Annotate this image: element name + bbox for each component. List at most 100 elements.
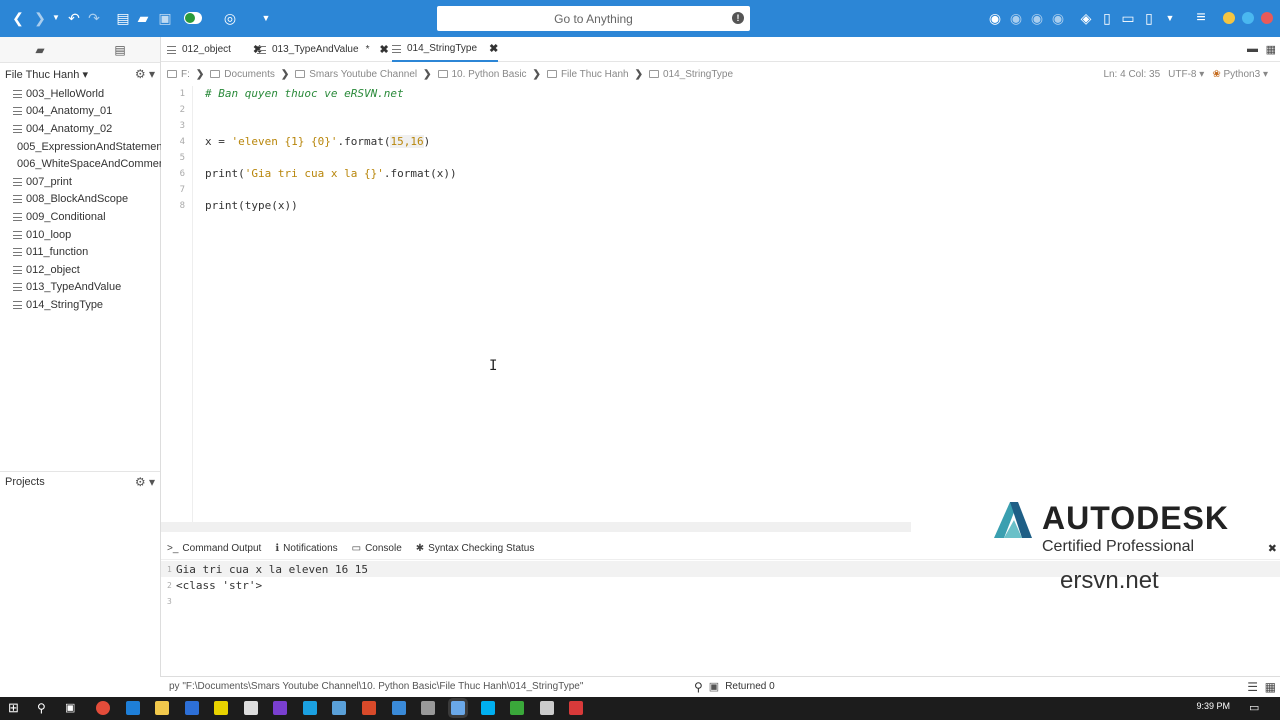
breadcrumb-item[interactable]: Smars Youtube Channel ❯ — [295, 69, 432, 80]
horizontal-scrollbar[interactable] — [161, 522, 911, 532]
line-number: 4 — [179, 137, 185, 147]
breadcrumb-item[interactable]: 014_StringType — [648, 69, 733, 80]
tab-syntax-checking[interactable]: ✱ Syntax Checking Status — [416, 543, 535, 554]
open-folder-icon[interactable]: ▰ — [135, 10, 151, 26]
app-icon[interactable] — [303, 701, 317, 715]
menu-icon[interactable]: ≡ — [1193, 10, 1209, 26]
skype-icon[interactable] — [481, 701, 495, 715]
notification-icon[interactable]: ▭ — [1249, 701, 1263, 715]
sidebar-file-item[interactable]: 009_Conditional — [0, 208, 160, 226]
stop-icon[interactable]: ◉ — [1008, 10, 1024, 26]
mail-icon[interactable] — [244, 701, 258, 715]
places-tab[interactable]: ▰ — [0, 37, 80, 62]
redo-icon[interactable]: ↷ — [86, 10, 102, 26]
app-icon[interactable] — [569, 701, 583, 715]
app-icon[interactable] — [421, 701, 435, 715]
code-line-8[interactable]: print(type(x)) — [205, 199, 298, 212]
code-line-6[interactable]: print('Gia tri cua x la {}'.format(x)) — [205, 167, 457, 180]
toggle-icon[interactable] — [182, 10, 204, 26]
app-icon[interactable] — [362, 701, 376, 715]
close-button[interactable] — [1261, 12, 1273, 24]
undo-icon[interactable]: ↶ — [66, 10, 82, 26]
app-icon[interactable] — [392, 701, 406, 715]
sidebar-file-item[interactable]: 011_function — [0, 243, 160, 261]
sidebar-file-item[interactable]: 005_ExpressionAndStatement — [0, 138, 166, 156]
panel-layout-icon[interactable]: ▦ — [1265, 680, 1276, 694]
go-to-anything-input[interactable]: Go to Anything ! — [437, 6, 750, 31]
file-explorer-icon[interactable] — [155, 701, 169, 715]
breadcrumb-item[interactable]: F: ❯ — [167, 69, 204, 80]
encoding-select[interactable]: UTF-8 ▾ — [1168, 69, 1204, 80]
search-icon[interactable]: ⚲ — [37, 701, 51, 715]
history-dropdown-icon[interactable]: ▼ — [48, 10, 64, 26]
sidebar-file-item[interactable]: 004_Anatomy_02 — [0, 120, 160, 138]
tab-command-output[interactable]: >_ Command Output — [167, 543, 261, 554]
forward-icon[interactable]: ❯ — [32, 10, 48, 26]
app-icon[interactable] — [214, 701, 228, 715]
app-icon[interactable] — [332, 701, 346, 715]
tab-close-icon[interactable]: ✖ — [379, 43, 388, 56]
save-icon[interactable]: ▣ — [157, 10, 173, 26]
language-select[interactable]: ❀ Python3 ▾ — [1212, 69, 1268, 80]
file-icon — [13, 124, 22, 133]
projects-gear-icon[interactable]: ⚙ ▾ — [135, 475, 155, 489]
store-icon[interactable] — [185, 701, 199, 715]
code-line-1[interactable]: # Ban quyen thuoc ve eRSVN.net — [205, 87, 404, 100]
tab-close-icon[interactable]: ✖ — [489, 42, 498, 55]
globe-icon[interactable]: ◎ — [222, 10, 238, 26]
folder-dropdown[interactable]: File Thuc Hanh ▾ — [5, 68, 88, 81]
sidebar-file-item[interactable]: 010_loop — [0, 226, 160, 244]
breadcrumb-item[interactable]: File Thuc Hanh ❯ — [546, 69, 643, 80]
app-icon[interactable] — [540, 701, 554, 715]
sidebar-file-item[interactable]: 012_object — [0, 261, 160, 279]
tab-console[interactable]: ▭ Console — [352, 543, 402, 554]
right-pane-icon[interactable]: ▯ — [1141, 10, 1157, 26]
watermark-certification: Certified Professional — [1042, 538, 1195, 555]
windows-start-icon[interactable]: ⊞ — [8, 701, 22, 715]
more-dropdown-icon[interactable]: ▼ — [258, 10, 274, 26]
back-icon[interactable]: ❮ — [10, 10, 26, 26]
record-icon[interactable]: ◉ — [987, 10, 1003, 26]
breadcrumb-item[interactable]: 10. Python Basic ❯ — [437, 69, 541, 80]
info-icon[interactable]: ! — [732, 12, 744, 24]
eye-icon[interactable]: ◈ — [1078, 10, 1094, 26]
save-macro-icon[interactable]: ◉ — [1050, 10, 1066, 26]
app-icon[interactable] — [273, 701, 287, 715]
breadcrumb-item[interactable]: Documents ❯ — [210, 69, 289, 80]
tab-label: 013_TypeAndValue — [272, 44, 359, 55]
new-file-icon[interactable]: ▤ — [115, 10, 131, 26]
sidebar-file-item[interactable]: 014_StringType — [0, 296, 160, 314]
code-line-4[interactable]: x = 'eleven {1} {0}'.format(15,16) — [205, 135, 430, 148]
edge-icon[interactable] — [126, 701, 140, 715]
sidebar-file-item[interactable]: 013_TypeAndValue — [0, 279, 160, 297]
tab-014-stringtype[interactable]: 014_StringType ✖ — [392, 37, 499, 62]
app-icon[interactable] — [510, 701, 524, 715]
tab-013-typeandvalue[interactable]: 013_TypeAndValue * ✖ — [257, 37, 389, 62]
sidebar-file-item[interactable]: 008_BlockAndScope — [0, 191, 160, 209]
komodo-icon[interactable] — [451, 701, 465, 715]
maximize-button[interactable] — [1242, 12, 1254, 24]
sidebar-file-item[interactable]: 007_print — [0, 173, 160, 191]
search-icon[interactable]: ⚲ — [694, 680, 703, 694]
breadcrumb-separator-icon: ❯ — [280, 68, 290, 80]
tab-notifications[interactable]: ℹ Notifications — [275, 543, 337, 554]
split-view-icon[interactable]: ▦ — [1266, 43, 1276, 56]
play-icon[interactable]: ◉ — [1029, 10, 1045, 26]
chrome-icon[interactable] — [96, 701, 110, 715]
stop-process-icon[interactable]: ▣ — [709, 680, 719, 693]
tab-012-object[interactable]: 012_object ✖ — [167, 37, 262, 62]
clock[interactable]: 9:39 PM — [1196, 701, 1230, 711]
files-tab[interactable]: ▤ — [80, 37, 160, 62]
list-icon[interactable]: ☰ — [1247, 680, 1258, 694]
sidebar-file-item[interactable]: 006_WhiteSpaceAndComment — [0, 155, 168, 173]
task-view-icon[interactable]: ▣ — [65, 701, 79, 715]
sidebar-file-item[interactable]: 004_Anatomy_01 — [0, 103, 160, 121]
left-pane-icon[interactable]: ▯ — [1099, 10, 1115, 26]
minimize-button[interactable] — [1223, 12, 1235, 24]
layout-dropdown-icon[interactable]: ▼ — [1162, 10, 1178, 26]
sidebar-file-item[interactable]: 003_HelloWorld — [0, 85, 160, 103]
gear-icon[interactable]: ⚙ ▾ — [135, 67, 155, 81]
bottom-pane-icon[interactable]: ▭ — [1120, 10, 1136, 26]
tab-list-icon[interactable]: ▬ — [1247, 43, 1258, 55]
panel-close-icon[interactable]: ✖ — [1268, 542, 1277, 555]
